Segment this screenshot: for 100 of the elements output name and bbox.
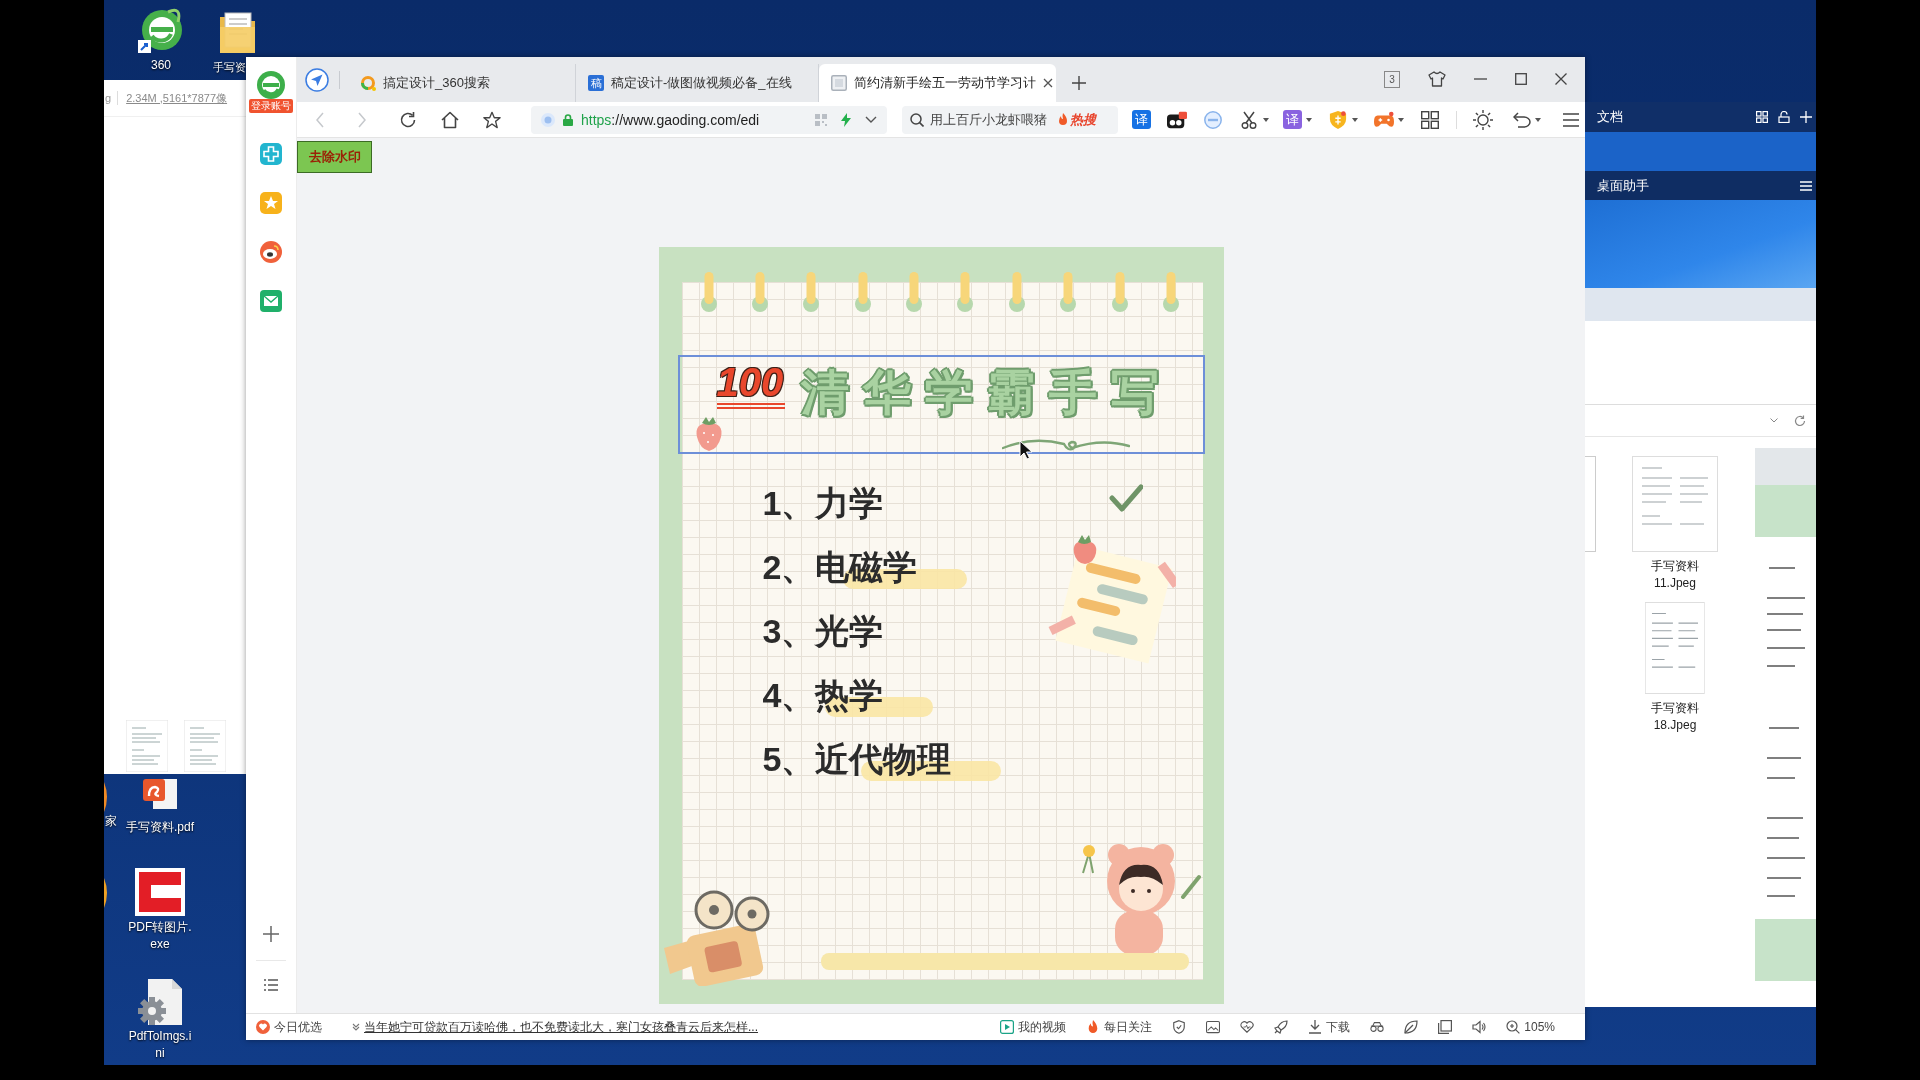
speaker-icon[interactable] — [1472, 1020, 1487, 1034]
desktop-icon-label[interactable]: PdfToImgs.ini — [126, 1028, 194, 1062]
login-badge[interactable]: 登录账号 — [249, 99, 293, 113]
list-item-text: 3、光学 — [762, 611, 884, 652]
image-thumbnail[interactable] — [1632, 456, 1718, 552]
grid-icon[interactable] — [1420, 110, 1440, 129]
caret-icon[interactable] — [1535, 117, 1541, 122]
binder-ring-icon — [854, 272, 871, 312]
selection-frame[interactable]: 100 清华学霸手写 — [677, 355, 1205, 454]
home-icon[interactable] — [441, 110, 459, 129]
star-app-icon[interactable] — [260, 192, 282, 214]
lightning-icon[interactable] — [841, 112, 851, 127]
shield-icon[interactable] — [1172, 1020, 1187, 1034]
eye-logo-icon[interactable] — [260, 241, 282, 263]
translate-button[interactable]: 译 — [1283, 110, 1302, 129]
scissors-icon[interactable] — [1239, 110, 1259, 129]
glasses-icon[interactable] — [1370, 1020, 1385, 1034]
document-thumbnail[interactable] — [184, 720, 226, 772]
undo-icon[interactable] — [1513, 111, 1531, 128]
binder-ring-icon — [1111, 272, 1128, 312]
brightness-icon[interactable] — [1473, 109, 1493, 130]
zoom-level[interactable]: 105% — [1524, 1020, 1555, 1034]
menu-icon[interactable] — [1563, 112, 1579, 127]
app-icon[interactable] — [104, 878, 110, 908]
desktop-icon-label[interactable]: PDF转图片.exe — [126, 919, 194, 953]
star-icon[interactable] — [483, 110, 501, 129]
refresh-icon[interactable] — [1794, 414, 1806, 427]
desktop-icon-label[interactable]: 家 — [105, 813, 117, 830]
page-icon — [831, 75, 847, 91]
app-icon[interactable] — [104, 782, 110, 812]
site-logo: 稿 — [588, 75, 604, 91]
play-icon[interactable] — [1000, 1020, 1015, 1034]
url-text[interactable]: https://www.gaoding.com/edi — [581, 111, 760, 128]
close-tab-icon[interactable] — [1043, 78, 1053, 88]
desktop-icon-label[interactable]: 360 — [151, 57, 171, 74]
caret-icon[interactable] — [1306, 117, 1312, 122]
panel-title: 桌面助手 — [1597, 176, 1649, 195]
chevron-down-icon[interactable] — [1770, 418, 1778, 423]
file-info-link[interactable]: 2.34M ,5161*7877像 — [126, 90, 228, 106]
heart-icon[interactable] — [1240, 1020, 1255, 1034]
tab-count-button[interactable]: 3 — [1384, 71, 1400, 88]
window-title: 文档 — [1597, 108, 1623, 126]
close-icon[interactable] — [1555, 73, 1567, 85]
desktop-icon-label[interactable]: 手写资料.pdf — [126, 819, 194, 836]
mail-icon[interactable] — [260, 290, 282, 312]
shirt-icon[interactable] — [1428, 71, 1446, 87]
double-chevron-icon[interactable] — [352, 1023, 360, 1031]
app-tile-icon[interactable] — [135, 868, 185, 916]
image-icon[interactable] — [1206, 1020, 1221, 1034]
caret-icon[interactable] — [1352, 117, 1358, 122]
folder-icon[interactable] — [219, 9, 256, 55]
file-name[interactable]: 手写资料18.Jpeg — [1650, 700, 1700, 734]
download-icon[interactable] — [1308, 1020, 1323, 1034]
grid-icon[interactable] — [1756, 111, 1768, 123]
pdf-file-icon[interactable] — [143, 779, 177, 809]
search-field[interactable]: 用上百斤小龙虾喂猪 热搜 — [902, 105, 1118, 134]
zoom-icon[interactable] — [1506, 1020, 1521, 1034]
new-tab-icon[interactable] — [1072, 76, 1086, 90]
image-thumbnail[interactable] — [1645, 602, 1705, 694]
browser-shortcut-icon[interactable] — [138, 8, 184, 54]
daily-follow-link[interactable]: 每日关注 — [1104, 1018, 1153, 1036]
search-logo-icon — [360, 75, 376, 91]
caret-icon[interactable] — [1398, 117, 1404, 122]
shield-icon[interactable] — [1328, 110, 1348, 129]
window-icon[interactable] — [1438, 1020, 1453, 1034]
browser-logo-icon[interactable] — [256, 70, 286, 100]
search-icon[interactable] — [910, 112, 924, 127]
chevron-down-icon[interactable] — [865, 116, 877, 123]
leaf-icon[interactable] — [1404, 1020, 1419, 1034]
address-bar[interactable]: https://www.gaoding.com/edi — [531, 105, 887, 134]
mouse-cursor-icon — [1018, 440, 1033, 460]
document-thumbnail[interactable] — [126, 720, 168, 772]
daily-picks-link[interactable]: 今日优选 — [274, 1018, 322, 1036]
list-item-text: 1、力学 — [762, 483, 884, 524]
remove-watermark-button[interactable]: 去除水印 — [297, 141, 372, 173]
security-dot-icon[interactable] — [541, 112, 555, 127]
my-videos-link[interactable]: 我的视频 — [1018, 1018, 1067, 1036]
caret-icon[interactable] — [1263, 117, 1269, 122]
binder-ring-icon — [957, 272, 974, 312]
file-name[interactable]: 手写资料11.Jpeg — [1650, 558, 1700, 592]
settings-file-icon[interactable] — [138, 979, 182, 1025]
binder-ring-icon — [803, 272, 820, 312]
binder-ring-icon — [906, 272, 923, 312]
list-icon[interactable] — [264, 979, 278, 991]
desktop-icon-label[interactable]: 手写资 — [213, 59, 246, 76]
gamepad-icon[interactable] — [1374, 110, 1394, 129]
poster-title: 清华学霸手写 — [801, 365, 1174, 421]
image-thumbnail[interactable] — [1585, 456, 1596, 552]
translate-button[interactable]: 译 — [1132, 110, 1151, 129]
trending-label[interactable]: 热搜 — [1070, 110, 1096, 129]
download-link[interactable]: 下载 — [1326, 1018, 1351, 1036]
heart-badge-icon[interactable] — [256, 1020, 270, 1034]
browser-tab[interactable]: 简约清新手绘五一劳动节学习计 — [819, 64, 1056, 102]
lock-icon[interactable] — [1778, 111, 1790, 123]
rocket-icon[interactable] — [1274, 1020, 1289, 1034]
mask-icon[interactable] — [1167, 110, 1187, 129]
news-headline-link[interactable]: 当年她宁可贷款百万读哈佛，也不免费读北大，寒门女孩叠青云后来怎样... — [364, 1018, 758, 1036]
maximize-icon[interactable] — [1515, 73, 1527, 85]
reload-icon[interactable] — [399, 110, 417, 129]
binder-ring-icon — [700, 272, 717, 312]
